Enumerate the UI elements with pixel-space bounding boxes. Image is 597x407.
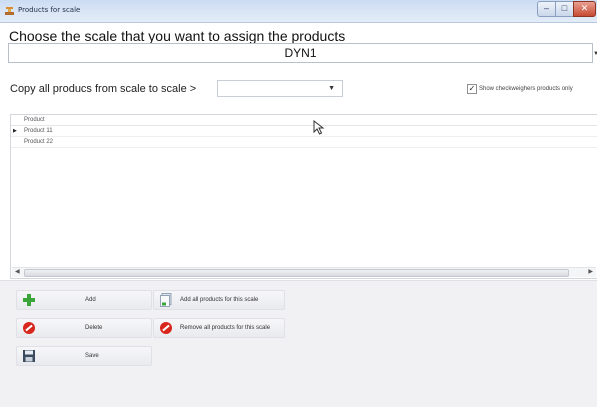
- copy-products-label: Copy all producs from scale to scale >: [10, 83, 197, 95]
- maximize-button[interactable]: □: [555, 1, 574, 17]
- products-grid[interactable]: Product ▶ Product 11 Product 22 ◀ ▶: [10, 114, 597, 279]
- chevron-down-icon: ▼: [328, 85, 335, 92]
- floppy-disk-icon: [23, 350, 35, 362]
- product-cell: Product 22: [24, 139, 54, 145]
- minimize-button[interactable]: –: [537, 1, 556, 17]
- scale-app-icon: [5, 7, 14, 15]
- remove-all-products-label: Remove all products for this scale: [180, 325, 271, 331]
- delete-button-label: Delete: [85, 325, 103, 331]
- mouse-pointer-icon: [313, 120, 325, 135]
- scrollbar-thumb[interactable]: [24, 269, 569, 277]
- checkweighers-checkbox[interactable]: ✓: [467, 84, 477, 94]
- minimize-icon: –: [543, 3, 549, 13]
- add-button[interactable]: Add: [16, 290, 152, 310]
- chevron-down-icon[interactable]: ▼: [593, 51, 597, 57]
- add-all-products-label: Add all products for this scale: [180, 297, 259, 303]
- save-button-label: Save: [85, 353, 99, 359]
- checkmark-icon: ✓: [468, 84, 476, 93]
- window-title: Products for scale: [18, 6, 81, 14]
- plus-icon: [23, 294, 35, 306]
- horizontal-scrollbar[interactable]: ◀ ▶: [12, 267, 596, 277]
- delete-button[interactable]: Delete: [16, 318, 152, 338]
- add-all-products-button[interactable]: Add all products for this scale: [153, 290, 285, 310]
- copy-scale-dropdown[interactable]: ▼: [217, 80, 343, 97]
- product-cell: Product 11: [24, 128, 53, 134]
- page-title: Choose the scale that you want to assign…: [9, 28, 346, 44]
- grid-column-header[interactable]: Product: [11, 115, 597, 126]
- close-icon: ✕: [580, 3, 589, 13]
- current-row-arrow-icon: ▶: [13, 128, 17, 134]
- table-row[interactable]: ▶ Product 11: [11, 126, 597, 137]
- checkweighers-checkbox-label: Show checkweighers products only: [479, 86, 573, 92]
- close-button[interactable]: ✕: [573, 1, 596, 17]
- remove-all-products-button[interactable]: Remove all products for this scale: [153, 318, 285, 338]
- no-entry-icon: [160, 322, 172, 334]
- maximize-icon: □: [561, 3, 568, 13]
- scale-selector-field[interactable]: DYN1: [8, 43, 593, 63]
- column-header-product: Product: [24, 117, 45, 123]
- no-entry-icon: [23, 322, 35, 334]
- scroll-left-icon[interactable]: ◀: [15, 268, 20, 277]
- window-titlebar: Products for scale – □ ✕: [0, 0, 597, 23]
- save-button[interactable]: Save: [16, 346, 152, 366]
- document-stack-icon: [160, 293, 172, 307]
- scroll-right-icon[interactable]: ▶: [588, 268, 593, 277]
- table-row[interactable]: Product 22: [11, 137, 597, 148]
- add-button-label: Add: [85, 297, 96, 303]
